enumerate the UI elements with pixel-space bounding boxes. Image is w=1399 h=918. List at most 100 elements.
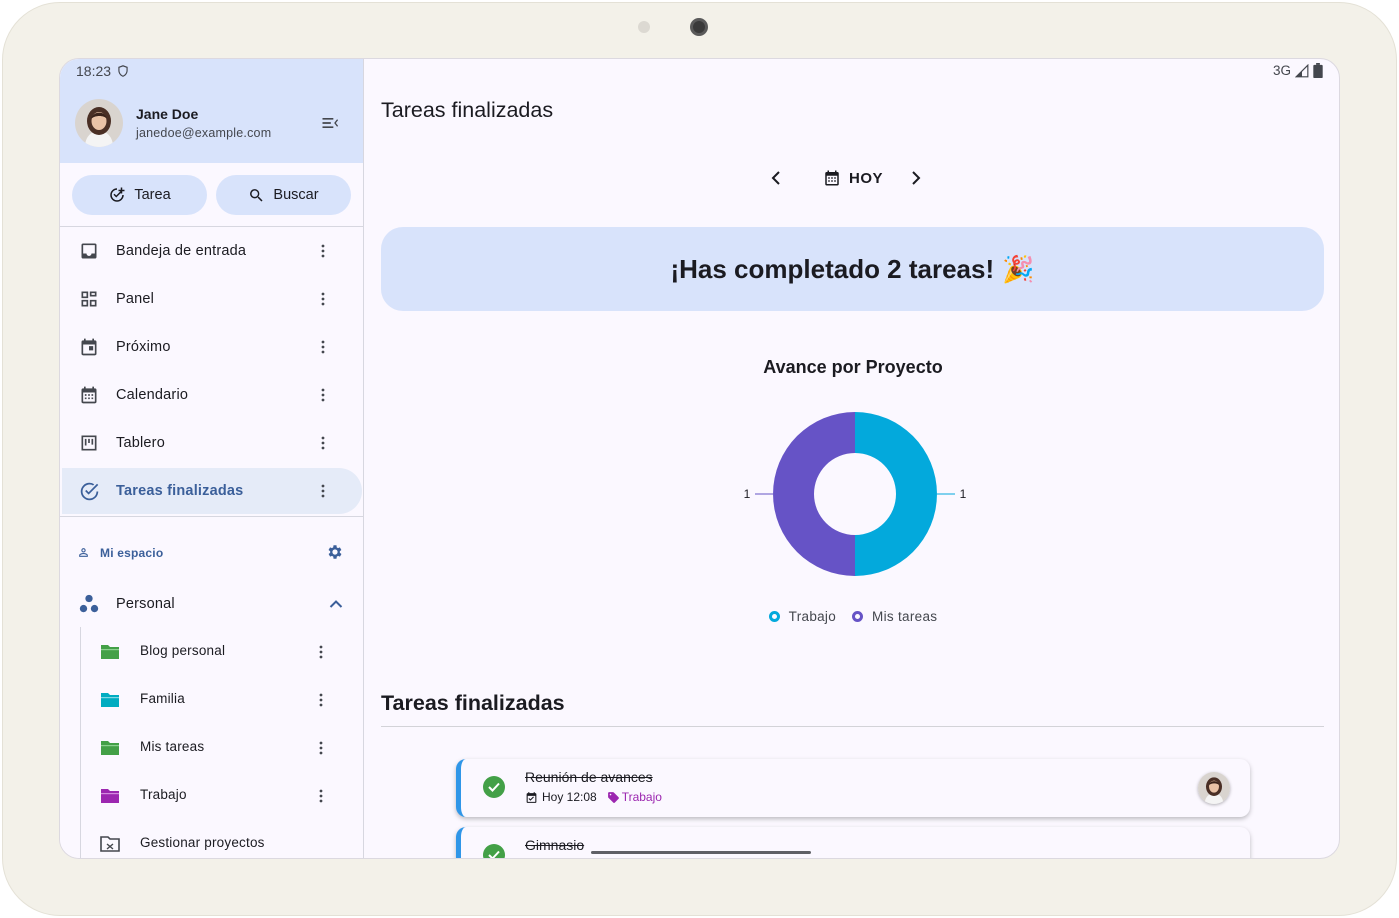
battery-icon	[1313, 63, 1323, 78]
project-familia[interactable]: Familia	[84, 677, 362, 723]
inbox-icon	[78, 240, 100, 262]
avatar	[1198, 772, 1230, 804]
more-options-icon[interactable]	[313, 288, 333, 310]
manage-projects-label: Gestionar proyectos	[140, 835, 265, 850]
section-title: Tareas finalizadas	[381, 691, 565, 715]
tree-line	[80, 627, 81, 858]
folder-icon	[101, 741, 119, 755]
project-trabajo[interactable]: Trabajo	[84, 773, 362, 819]
nav-label: Bandeja de entrada	[116, 243, 247, 259]
nav-item-upcoming[interactable]: Próximo	[62, 324, 362, 370]
project-label: Blog personal	[140, 643, 226, 658]
checkmark-icon[interactable]	[483, 844, 505, 858]
kanban-icon	[78, 432, 100, 454]
search-button[interactable]: Buscar	[216, 175, 351, 215]
legend-marker-icon	[768, 611, 780, 622]
search-label: Buscar	[273, 187, 319, 203]
project-label: Mis tareas	[140, 739, 205, 754]
nav-label: Calendario	[116, 387, 189, 403]
person-icon	[79, 548, 88, 557]
donut-slice-mis-tareas[interactable]	[773, 412, 855, 576]
more-options-icon[interactable]	[313, 480, 333, 502]
folder-manage-icon	[100, 836, 120, 852]
chevron-left-icon[interactable]	[770, 170, 782, 186]
project-group-personal[interactable]: Personal	[62, 581, 362, 627]
task-card[interactable]: Reunión de avances Hoy 12:08 Trabajo	[456, 759, 1250, 817]
manage-projects[interactable]: Gestionar proyectos	[84, 821, 362, 858]
calendar-icon	[526, 791, 537, 803]
calendar-event-icon	[78, 336, 100, 358]
more-options-icon[interactable]	[313, 240, 333, 262]
divider	[60, 516, 363, 517]
banner-text: ¡Has completado 2 tareas!	[670, 253, 995, 284]
party-popper-icon: 🎉	[1002, 253, 1035, 284]
legend-item-trabajo[interactable]: Trabajo	[768, 609, 837, 624]
chevron-right-icon[interactable]	[910, 170, 922, 186]
workspace-header: Mi espacio	[60, 540, 363, 566]
project-group-label: Personal	[116, 596, 175, 612]
project-blog-personal[interactable]: Blog personal	[84, 629, 362, 675]
shield-icon	[118, 65, 128, 77]
check-circle-icon	[78, 480, 100, 502]
legend-item-mis-tareas[interactable]: Mis tareas	[852, 609, 937, 624]
task-title: Reunión de avances	[525, 769, 653, 785]
nav-item-completed[interactable]: Tareas finalizadas	[62, 468, 362, 514]
search-icon	[250, 188, 263, 202]
legend-marker-icon	[852, 611, 864, 622]
new-task-label: Tarea	[134, 187, 171, 203]
more-options-icon[interactable]	[311, 689, 331, 711]
more-options-icon[interactable]	[313, 384, 333, 406]
sensor	[638, 21, 650, 33]
new-task-button[interactable]: Tarea	[72, 175, 207, 215]
more-options-icon[interactable]	[311, 785, 331, 807]
chart-title: Avance por Proyecto	[763, 357, 943, 377]
nav-item-board[interactable]: Tablero	[62, 420, 362, 466]
checkmark-icon[interactable]	[483, 776, 505, 798]
nav-label: Próximo	[116, 339, 171, 355]
gear-icon[interactable]	[326, 543, 344, 561]
today-button[interactable]: HOY	[823, 169, 883, 187]
divider	[381, 726, 1324, 727]
project-mis-tareas[interactable]: Mis tareas	[84, 725, 362, 771]
status-bar-left: 18:23	[76, 63, 130, 79]
project-label: Familia	[140, 691, 185, 706]
today-label: HOY	[849, 169, 884, 187]
user-email: janedoe@example.com	[136, 126, 272, 140]
nav-item-calendar[interactable]: Calendario	[62, 372, 362, 418]
page-title: Tareas finalizadas	[381, 98, 554, 122]
task-title: Gimnasio	[525, 837, 585, 853]
legend-label: Mis tareas	[872, 609, 938, 624]
nav-item-inbox[interactable]: Bandeja de entrada	[62, 228, 362, 274]
dashboard-icon	[78, 288, 100, 310]
task-tag[interactable]: Trabajo	[607, 790, 662, 804]
data-label: 1	[960, 487, 967, 501]
nav-item-panel[interactable]: Panel	[62, 276, 362, 322]
donut-slice-trabajo[interactable]	[855, 412, 937, 576]
divider	[60, 226, 363, 227]
avatar[interactable]	[75, 99, 123, 147]
completion-banner: ¡Has completado 2 tareas! 🎉	[381, 227, 1324, 311]
drag-indicator	[591, 851, 811, 854]
chevron-up-icon[interactable]	[326, 593, 346, 615]
workspaces-icon	[78, 593, 100, 615]
nav-label: Tablero	[116, 435, 165, 451]
tag-icon	[607, 791, 619, 803]
folder-icon	[101, 693, 119, 707]
more-options-icon[interactable]	[311, 737, 331, 759]
folder-icon	[101, 645, 119, 659]
user-name: Jane Doe	[136, 106, 199, 122]
task-card[interactable]: Gimnasio	[456, 827, 1250, 858]
legend-label: Trabajo	[788, 609, 837, 624]
collapse-menu-button[interactable]	[318, 111, 342, 135]
more-options-icon[interactable]	[313, 432, 333, 454]
screen: 18:23 Jane Doe janedoe@example.com Tarea…	[59, 58, 1340, 859]
calendar-month-icon	[78, 384, 100, 406]
chart-legend: Trabajo Mis tareas	[365, 609, 1339, 624]
more-options-icon[interactable]	[313, 336, 333, 358]
more-options-icon[interactable]	[311, 641, 331, 663]
project-label: Trabajo	[140, 787, 187, 802]
status-bar-right: 3G	[1273, 63, 1323, 78]
calendar-icon	[825, 170, 839, 186]
main-content: 3G Tareas finalizadas HOY ¡Has completad…	[365, 59, 1339, 858]
nav-label: Panel	[116, 291, 155, 307]
